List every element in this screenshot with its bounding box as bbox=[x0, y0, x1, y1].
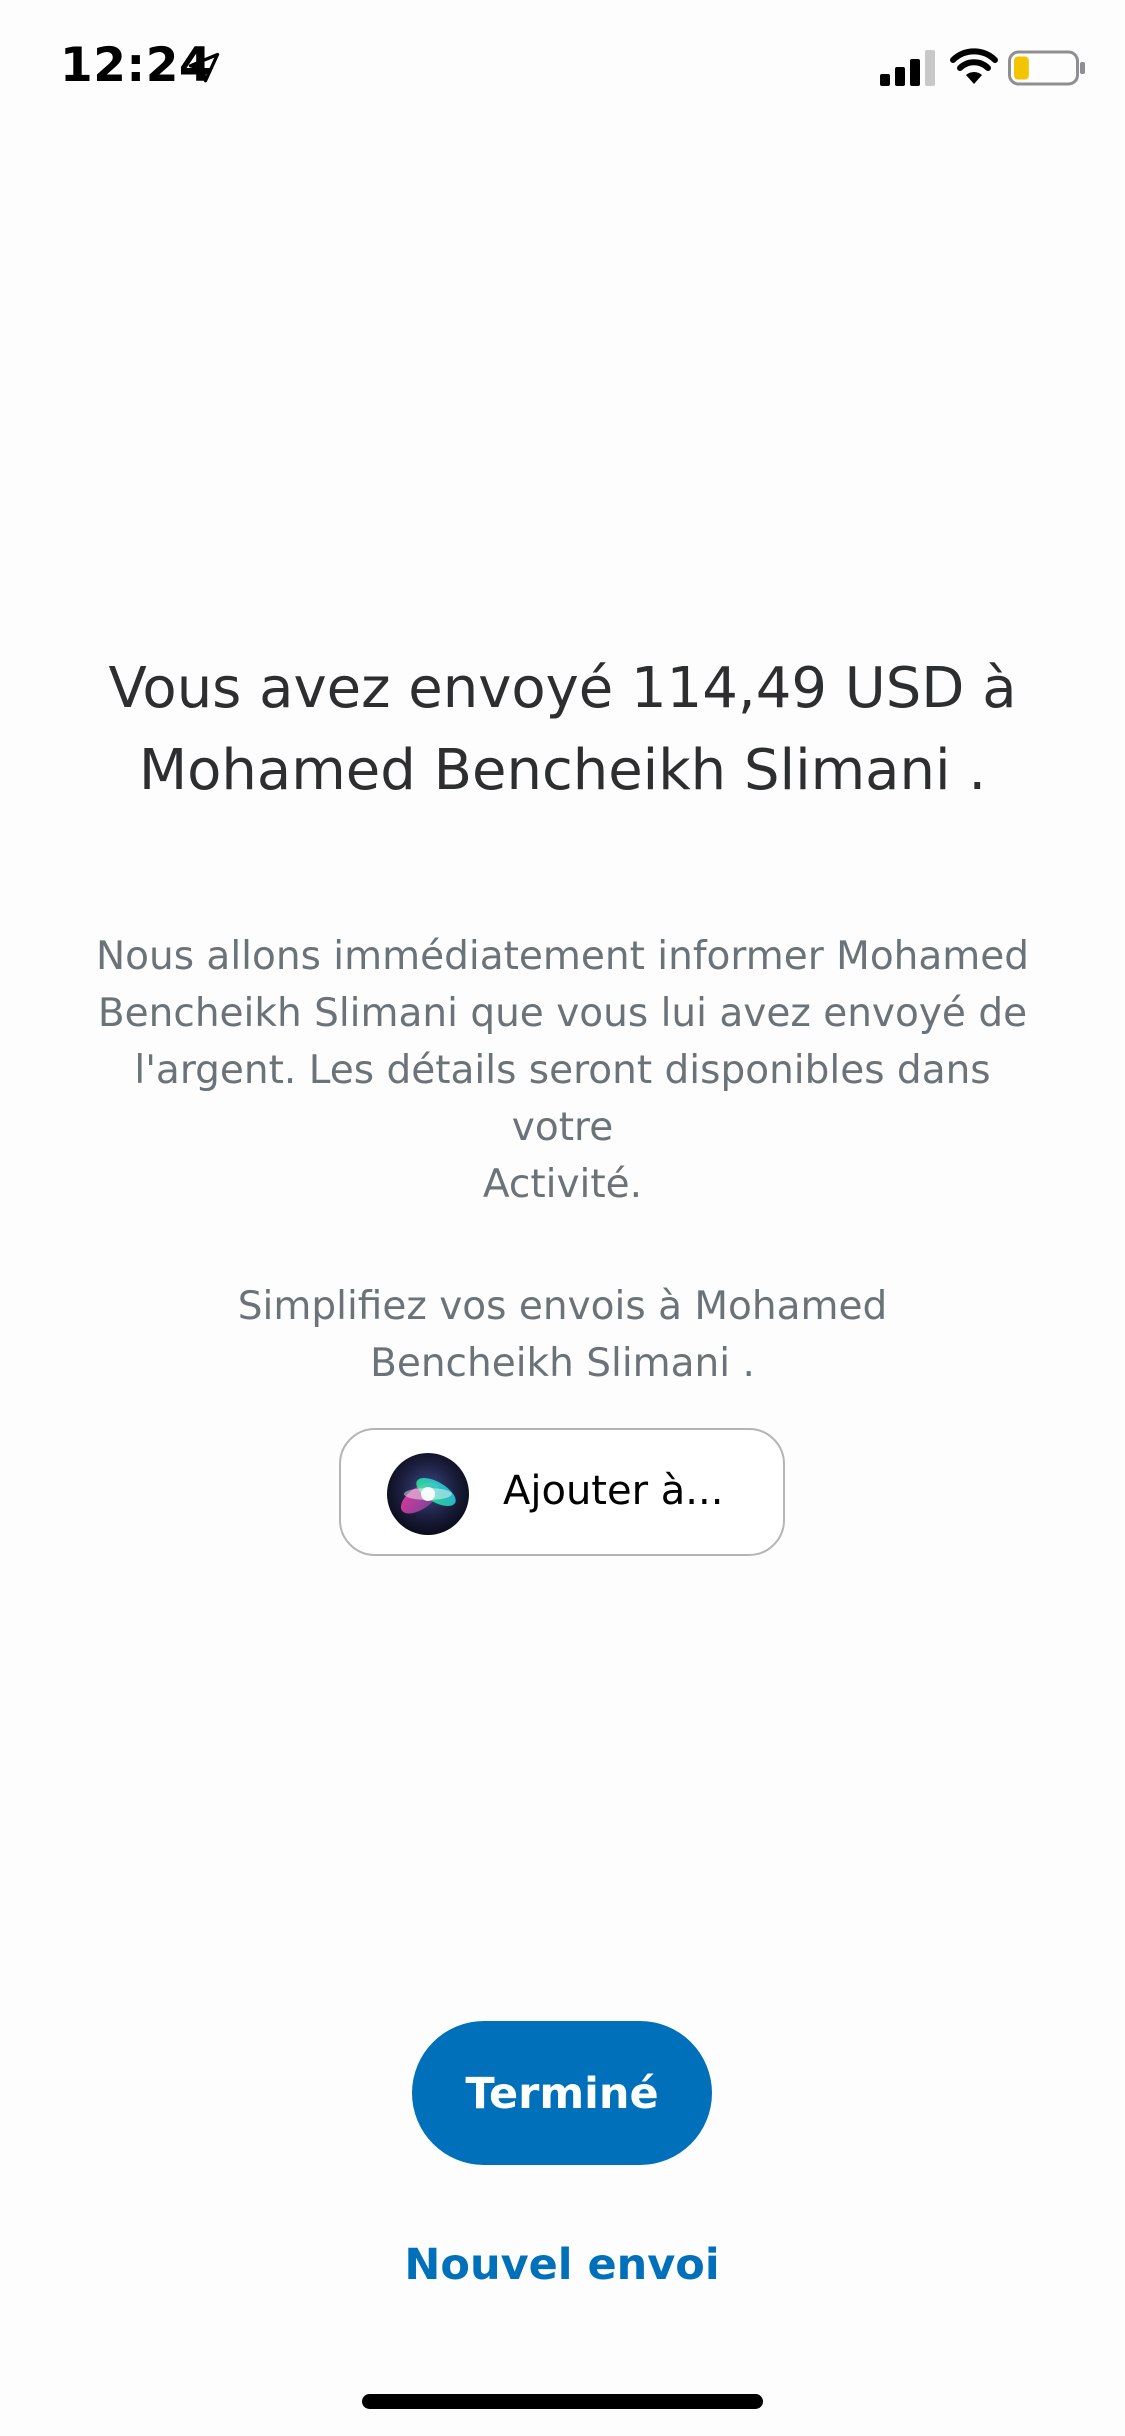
payment-confirmation-screen: 12:24 Vous avez envoyé 114,49 USD à Moha… bbox=[0, 0, 1125, 2436]
info-line-2: Bencheikh Slimani que vous lui avez envo… bbox=[97, 991, 1028, 1036]
location-arrow-icon bbox=[188, 52, 220, 83]
notification-info-text: Nous allons immédiatement informer Moham… bbox=[80, 928, 1045, 1213]
home-indicator[interactable] bbox=[362, 2394, 763, 2409]
add-to-siri-label: Ajouter à... bbox=[503, 1468, 724, 1514]
info-line-4: Activité. bbox=[482, 1162, 643, 1207]
status-bar: 12:24 bbox=[0, 0, 1125, 140]
wifi-icon bbox=[950, 48, 998, 84]
add-to-siri-button[interactable]: Ajouter à... bbox=[339, 1428, 785, 1556]
siri-icon bbox=[387, 1453, 469, 1535]
shortcut-prompt-text: Simplifiez vos envois à Mohamed Bencheik… bbox=[180, 1278, 945, 1392]
confirmation-headline: Vous avez envoyé 114,49 USD à Mohamed Be… bbox=[90, 648, 1035, 812]
info-line-3: l'argent. Les détails seront disponibles… bbox=[134, 1048, 991, 1150]
new-send-link[interactable]: Nouvel envoi bbox=[362, 2230, 762, 2300]
shortcut-prompt-line-1: Simplifiez vos envois à Mohamed bbox=[237, 1284, 888, 1329]
battery-low-icon bbox=[1008, 50, 1085, 86]
cellular-signal-icon bbox=[880, 50, 935, 86]
done-button[interactable]: Terminé bbox=[412, 2021, 712, 2165]
info-line-1: Nous allons immédiatement informer Moham… bbox=[95, 934, 1030, 979]
headline-line-2: Mohamed Bencheikh Slimani . bbox=[138, 738, 987, 803]
shortcut-prompt-line-2: Bencheikh Slimani . bbox=[370, 1341, 755, 1386]
headline-line-1: Vous avez envoyé 114,49 USD à bbox=[108, 656, 1017, 721]
